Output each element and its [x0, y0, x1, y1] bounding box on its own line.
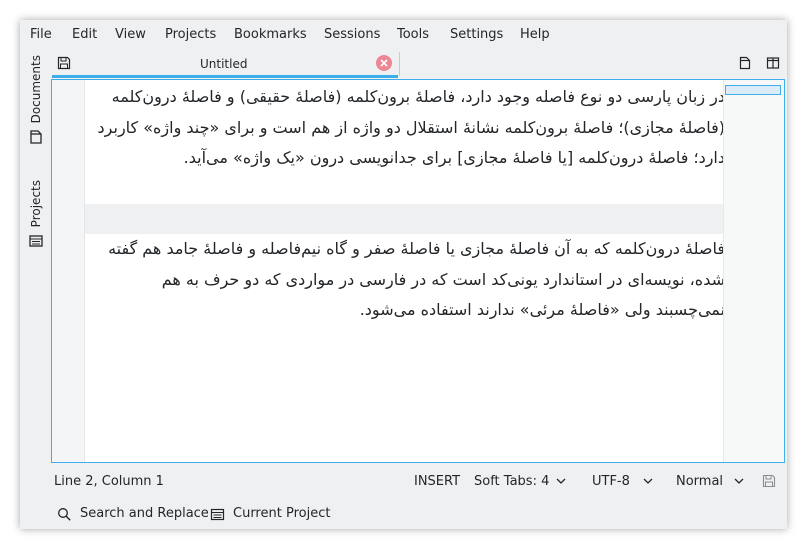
tab-separator — [399, 52, 400, 76]
status-bar: Line 2, Column 1 INSERT Soft Tabs: 4 UTF… — [20, 464, 787, 500]
tab-bar: Untitled — [52, 50, 787, 78]
menu-bar: File Edit View Projects Bookmarks Sessio… — [20, 20, 787, 50]
editor-paragraph-2: فاصلهٔ درون‌کلمه که به آن فاصلهٔ مجازی ی… — [108, 239, 725, 319]
current-project-button[interactable]: Current Project — [210, 505, 330, 523]
chevron-down-icon[interactable] — [642, 475, 654, 487]
cursor-position[interactable]: Line 2, Column 1 — [54, 474, 164, 490]
menu-view[interactable]: View — [115, 27, 146, 43]
search-icon — [58, 507, 71, 521]
editor-paragraph-1: در زبان پارسی دو نوع فاصله وجود دارد، فا… — [97, 87, 725, 167]
documents-icon — [30, 130, 42, 145]
documents-label: Documents — [29, 55, 43, 124]
search-and-replace-label: Search and Replace — [80, 506, 209, 521]
close-icon — [380, 59, 388, 67]
menu-projects[interactable]: Projects — [165, 27, 216, 43]
save-icon — [57, 56, 71, 70]
minimap-scrollbar[interactable] — [723, 80, 784, 462]
tab-close-button[interactable] — [376, 55, 392, 71]
new-document-icon[interactable] — [738, 56, 752, 70]
menu-bookmarks[interactable]: Bookmarks — [234, 27, 307, 43]
current-line-highlight — [85, 204, 725, 234]
minimap-visible-region[interactable] — [725, 85, 781, 95]
bottom-toolbar: Search and Replace Current Project — [20, 500, 787, 529]
menu-file[interactable]: File — [30, 27, 52, 43]
menu-settings[interactable]: Settings — [450, 27, 503, 43]
sidebar-tab-projects[interactable]: Projects — [27, 180, 45, 249]
menu-edit[interactable]: Edit — [72, 27, 97, 43]
chevron-down-icon[interactable] — [555, 475, 567, 487]
search-and-replace-button[interactable]: Search and Replace — [57, 505, 209, 523]
editor-text-area[interactable]: در زبان پارسی دو نوع فاصله وجود دارد، فا… — [85, 80, 725, 462]
highlighting-mode-selector[interactable]: Normal — [676, 474, 723, 490]
line-number-gutter[interactable] — [52, 80, 85, 462]
menu-tools[interactable]: Tools — [397, 27, 429, 43]
left-sidebar: Documents Projects — [20, 50, 50, 470]
menu-sessions[interactable]: Sessions — [324, 27, 380, 43]
sidebar-tab-documents[interactable]: Documents — [27, 55, 45, 145]
kate-window: File Edit View Projects Bookmarks Sessio… — [20, 20, 787, 529]
text-editor[interactable]: در زبان پارسی دو نوع فاصله وجود دارد، فا… — [51, 79, 785, 463]
encoding-selector[interactable]: UTF-8 — [592, 474, 630, 490]
document-saved-icon — [762, 474, 776, 488]
projects-icon — [29, 235, 43, 247]
input-mode[interactable]: INSERT — [414, 474, 460, 490]
tab-title: Untitled — [200, 57, 248, 71]
indentation-selector[interactable]: Soft Tabs: 4 — [474, 474, 549, 490]
split-view-icon[interactable] — [766, 56, 780, 70]
current-project-label: Current Project — [233, 506, 331, 521]
tab-untitled[interactable]: Untitled — [52, 50, 398, 78]
project-icon — [210, 508, 225, 520]
projects-label: Projects — [29, 180, 43, 228]
menu-help[interactable]: Help — [520, 27, 550, 43]
chevron-down-icon[interactable] — [733, 475, 745, 487]
